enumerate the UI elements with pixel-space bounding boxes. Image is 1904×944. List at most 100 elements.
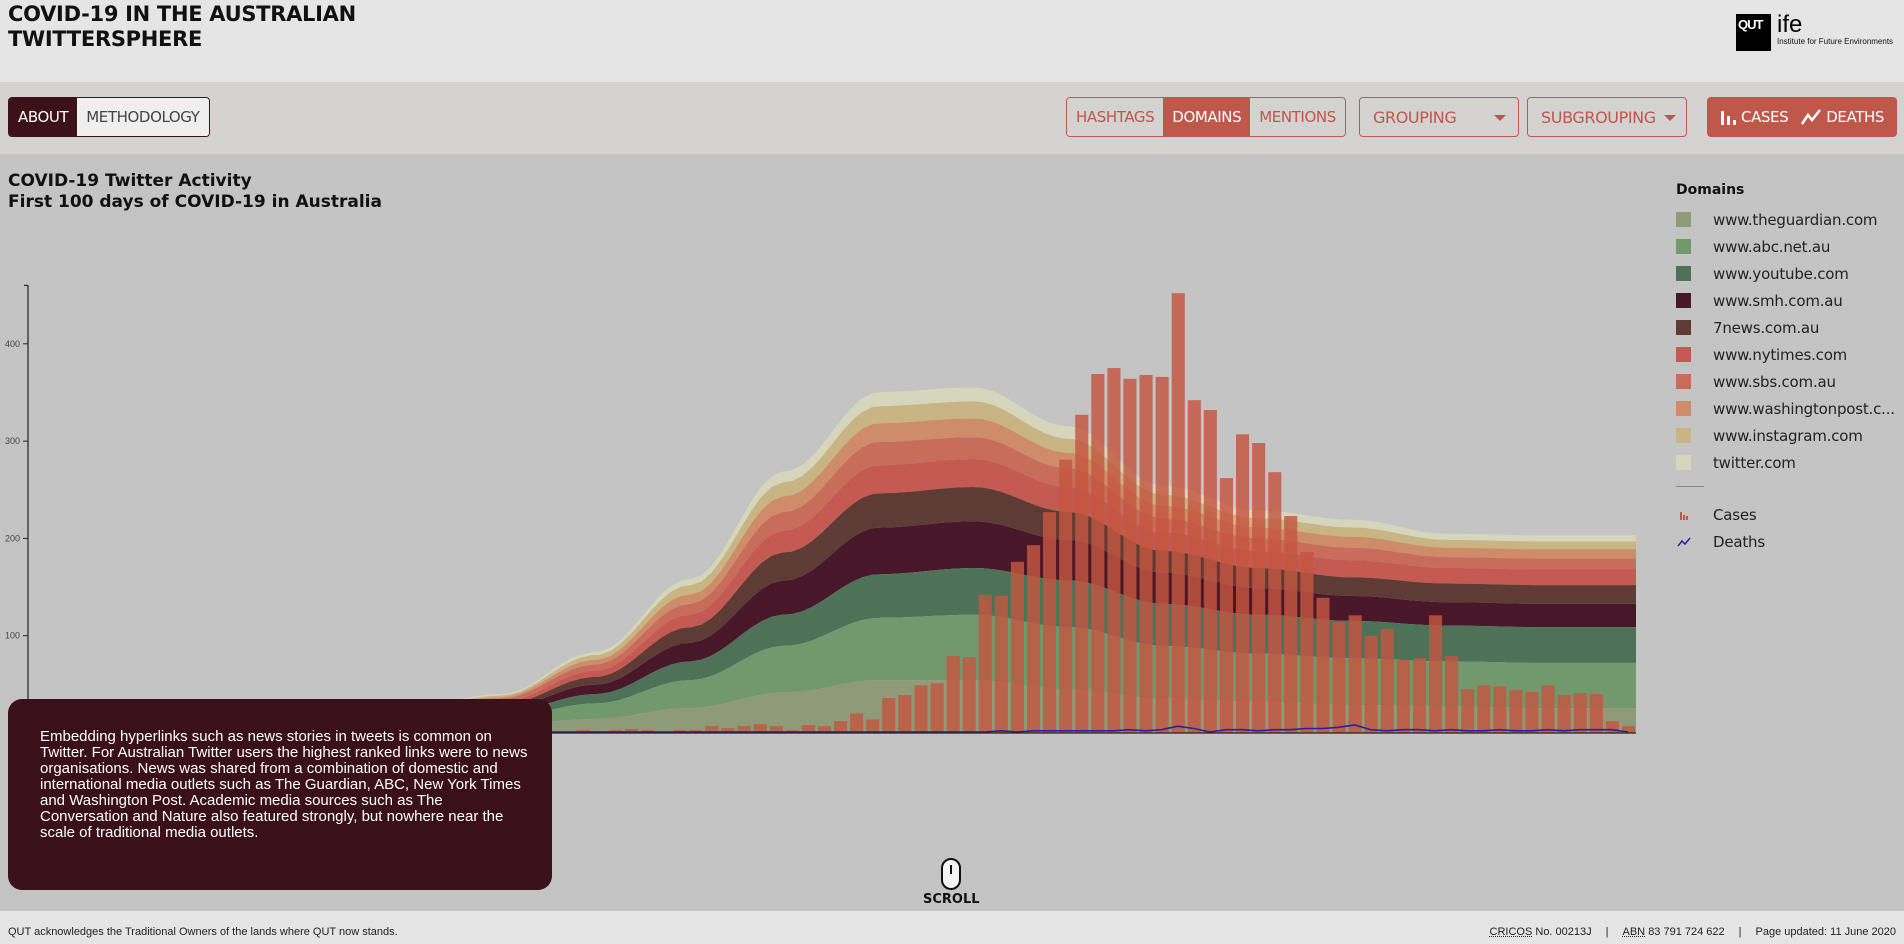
case-bar bbox=[1573, 693, 1587, 733]
mouse-icon bbox=[941, 858, 961, 890]
legend-swatch bbox=[1676, 293, 1691, 308]
page-updated: Page updated: 11 June 2020 bbox=[1755, 926, 1896, 938]
case-bar bbox=[1589, 694, 1603, 733]
case-bar bbox=[1203, 410, 1217, 733]
legend-item-domain[interactable]: www.abc.net.au bbox=[1676, 233, 1895, 260]
info-text: Embedding hyperlinks such as news storie… bbox=[40, 728, 528, 841]
y-tick-label: 300 bbox=[5, 436, 20, 446]
case-bar bbox=[1493, 686, 1507, 733]
case-bar bbox=[1461, 689, 1475, 733]
legend-swatch bbox=[1676, 374, 1691, 389]
legend-item-domain[interactable]: twitter.com bbox=[1676, 449, 1895, 476]
legend-swatch bbox=[1676, 239, 1691, 254]
legend-item-domain[interactable]: www.washingtonpost.c... bbox=[1676, 395, 1895, 422]
legend-label: twitter.com bbox=[1713, 453, 1796, 472]
qut-logo-mark: QUT bbox=[1736, 14, 1771, 51]
case-bar bbox=[1557, 695, 1571, 733]
case-bar bbox=[1043, 512, 1057, 733]
case-bar bbox=[1091, 374, 1105, 733]
case-bar bbox=[866, 719, 880, 733]
legend-swatch bbox=[1676, 401, 1691, 416]
caret-down-icon bbox=[1664, 115, 1676, 121]
legend-label: www.theguardian.com bbox=[1713, 210, 1878, 229]
footer: QUT acknowledges the Traditional Owners … bbox=[0, 911, 1904, 944]
legend-item-domain[interactable]: www.youtube.com bbox=[1676, 260, 1895, 287]
legend-separator bbox=[1676, 486, 1704, 487]
case-bar bbox=[1300, 552, 1314, 733]
cases-toggle-button[interactable]: CASES bbox=[1707, 108, 1789, 126]
legend-label: www.sbs.com.au bbox=[1713, 372, 1836, 391]
case-bar bbox=[1284, 516, 1298, 733]
case-bar bbox=[1525, 692, 1539, 733]
twitter-activity-chart: 100 200 300 400 bbox=[5, 284, 1636, 734]
case-bar bbox=[1139, 374, 1153, 733]
y-tick-label: 100 bbox=[5, 631, 20, 641]
case-bar bbox=[1027, 545, 1041, 733]
legend-swatch bbox=[1676, 347, 1691, 362]
legend-swatch bbox=[1676, 320, 1691, 335]
deaths-toggle-button[interactable]: DEATHS bbox=[1788, 108, 1884, 126]
legend-label: www.nytimes.com bbox=[1713, 345, 1848, 364]
qut-ife-logo[interactable]: QUT ife Institute for Future Environment… bbox=[1736, 11, 1894, 51]
scroll-label: SCROLL bbox=[923, 892, 980, 907]
footer-separator: | bbox=[1605, 926, 1609, 938]
case-bar bbox=[1605, 721, 1619, 733]
case-bar bbox=[1332, 622, 1346, 733]
bar-chart-icon bbox=[1676, 510, 1691, 520]
case-bar bbox=[930, 683, 944, 733]
legend: Domains www.theguardian.com www.abc.net.a… bbox=[1676, 182, 1895, 555]
legend-label: www.youtube.com bbox=[1713, 264, 1849, 283]
info-box: Embedding hyperlinks such as news storie… bbox=[8, 699, 552, 890]
y-tick-label: 400 bbox=[5, 339, 20, 349]
ife-logo-subtitle: Institute for Future Environments bbox=[1777, 37, 1894, 46]
legend-item-domain[interactable]: www.nytimes.com bbox=[1676, 341, 1895, 368]
legend-swatch bbox=[1676, 428, 1691, 443]
line-chart-icon bbox=[1801, 109, 1822, 125]
legend-item-domain[interactable]: www.instagram.com bbox=[1676, 422, 1895, 449]
legend-item-cases[interactable]: Cases bbox=[1676, 501, 1895, 528]
legend-label: www.washingtonpost.c... bbox=[1713, 399, 1895, 418]
footer-separator: | bbox=[1738, 926, 1742, 938]
case-bar bbox=[1107, 368, 1121, 733]
legend-swatch bbox=[1676, 266, 1691, 281]
case-bar bbox=[946, 656, 960, 733]
case-bar bbox=[994, 595, 1008, 733]
line-chart-icon bbox=[1676, 537, 1691, 547]
case-bar bbox=[1236, 434, 1250, 733]
case-bar bbox=[1171, 293, 1185, 733]
case-bar bbox=[962, 657, 976, 733]
domain-streams bbox=[28, 387, 1636, 733]
legend-label: www.instagram.com bbox=[1713, 426, 1863, 445]
case-bar bbox=[1380, 628, 1394, 733]
legend-label: www.smh.com.au bbox=[1713, 291, 1843, 310]
case-bar bbox=[914, 685, 928, 733]
cricos-number: No. 00213J bbox=[1535, 926, 1592, 938]
legend-swatch bbox=[1676, 455, 1691, 470]
case-bar bbox=[1010, 561, 1024, 733]
case-bar bbox=[1075, 414, 1089, 733]
deaths-label: DEATHS bbox=[1826, 108, 1884, 126]
footer-info: CRICOS No. 00213J | ABN 83 791 724 622 |… bbox=[1490, 926, 1896, 938]
scroll-indicator[interactable]: SCROLL bbox=[923, 858, 980, 907]
case-bar bbox=[1429, 615, 1443, 733]
legend-item-domain[interactable]: www.theguardian.com bbox=[1676, 206, 1895, 233]
y-tick-label: 200 bbox=[5, 533, 20, 543]
abn-abbr: ABN bbox=[1622, 926, 1646, 938]
legend-item-domain[interactable]: www.sbs.com.au bbox=[1676, 368, 1895, 395]
case-bar bbox=[1059, 459, 1073, 733]
ife-logo-text: ife bbox=[1777, 11, 1803, 38]
case-bar bbox=[850, 713, 864, 733]
case-bar bbox=[1268, 472, 1282, 733]
case-bar bbox=[1187, 400, 1201, 733]
case-bar bbox=[1316, 597, 1330, 733]
legend-item-deaths[interactable]: Deaths bbox=[1676, 528, 1895, 555]
legend-swatch bbox=[1676, 212, 1691, 227]
legend-item-domain[interactable]: www.smh.com.au bbox=[1676, 287, 1895, 314]
legend-item-domain[interactable]: 7news.com.au bbox=[1676, 314, 1895, 341]
case-bar bbox=[1541, 685, 1555, 733]
abn-number: 83 791 724 622 bbox=[1648, 926, 1725, 938]
case-bar bbox=[882, 698, 896, 733]
case-bar bbox=[1348, 615, 1362, 733]
case-bar bbox=[898, 695, 912, 733]
case-bar bbox=[1477, 685, 1491, 733]
